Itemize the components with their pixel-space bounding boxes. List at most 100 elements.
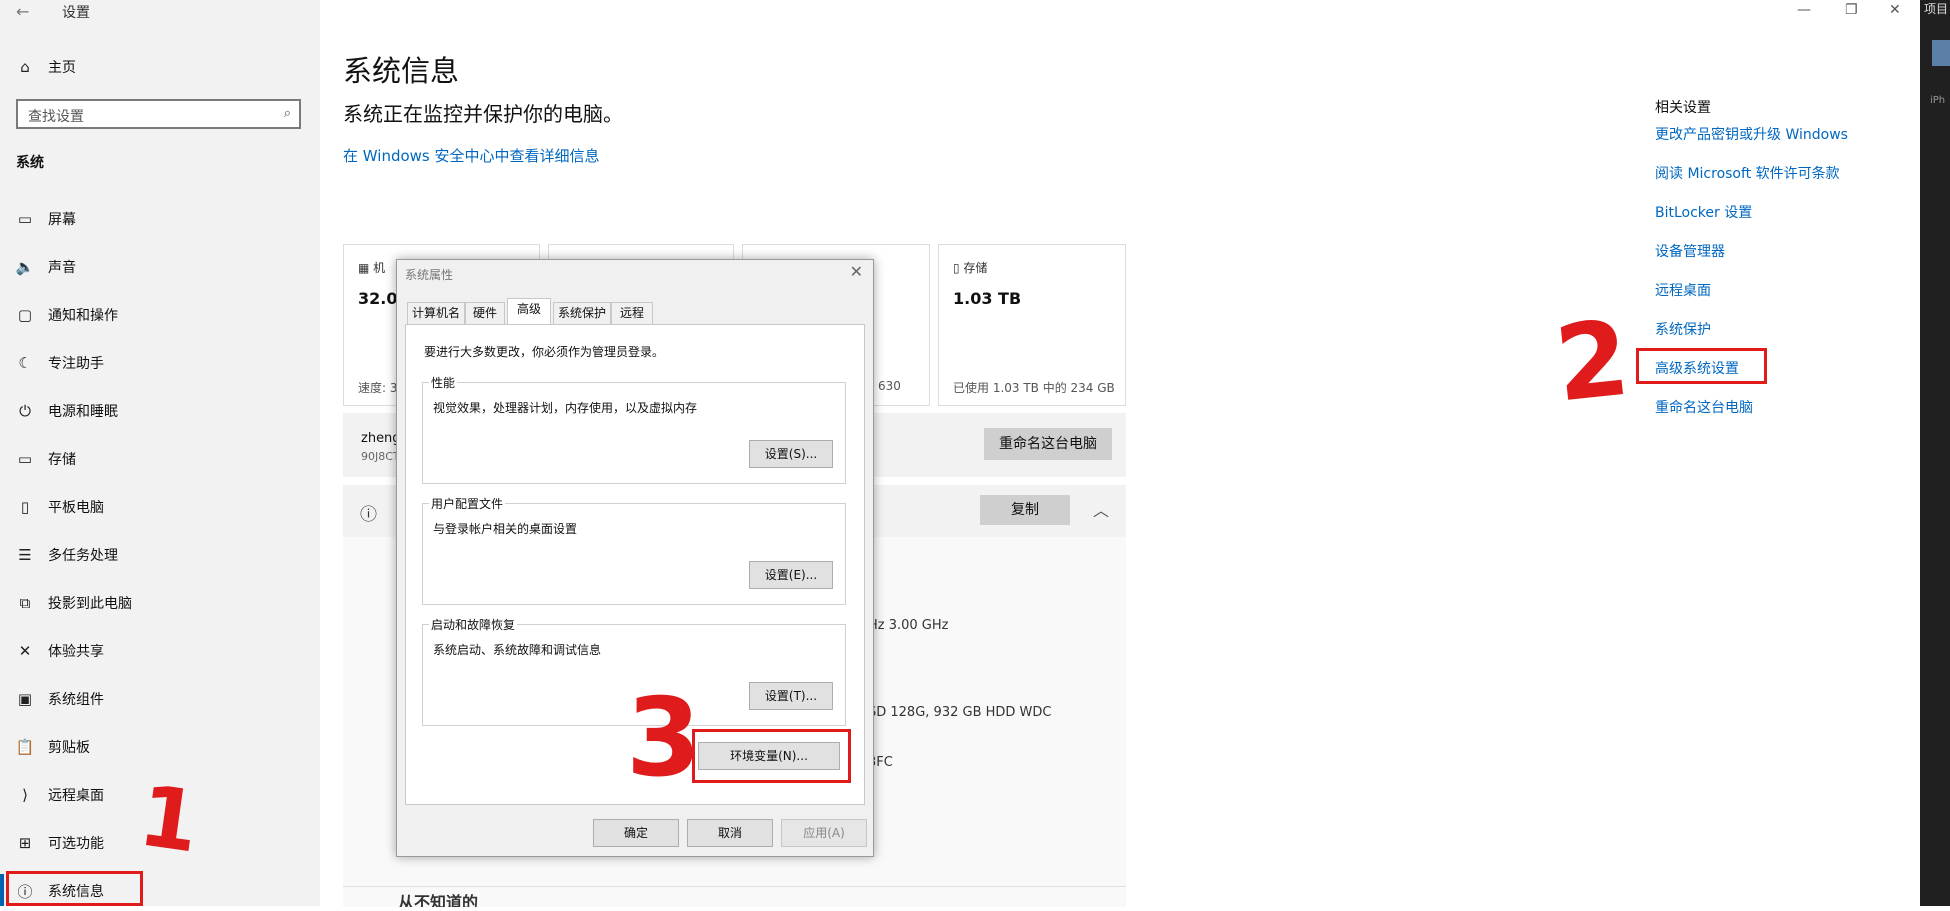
sidebar-item-project[interactable]: ⧉ 投影到此电脑 [0, 583, 320, 623]
sidebar-item-focus[interactable]: ☾ 专注助手 [0, 343, 320, 383]
back-arrow-icon[interactable]: ← [16, 2, 29, 21]
edge-thumbnail [1932, 40, 1950, 66]
annotation-box-3 [692, 729, 851, 783]
card-caption: 机 [373, 261, 386, 275]
link-device-manager[interactable]: 设备管理器 [1655, 241, 1725, 261]
sidebar-item-label: 电源和睡眠 [48, 404, 118, 420]
section-label: 系统 [16, 155, 44, 171]
sidebar-item-home[interactable]: ⌂ 主页 [0, 47, 320, 87]
sidebar-item-label: 专注助手 [48, 356, 104, 372]
link-license-terms[interactable]: 阅读 Microsoft 软件许可条款 [1655, 163, 1840, 183]
page-subtitle: 系统正在监控并保护你的电脑。 [343, 102, 623, 126]
dialog-title: 系统属性 [405, 268, 454, 282]
sidebar-item-storage[interactable]: ▭ 存储 [0, 439, 320, 479]
app-title: 设置 [62, 5, 90, 21]
sidebar-item-label: 平板电脑 [48, 500, 104, 516]
spec-disk: SD 128G, 932 GB HDD WDC [868, 705, 1052, 720]
display-icon: ▭ [17, 210, 33, 228]
group-title: 用户配置文件 [429, 495, 506, 512]
sidebar-item-label: 通知和操作 [48, 308, 118, 324]
rename-pc-button[interactable]: 重命名这台电脑 [984, 428, 1112, 460]
page-title: 系统信息 [343, 54, 460, 88]
tab-remote[interactable]: 远程 [611, 302, 653, 324]
group-title: 启动和故障恢复 [429, 616, 518, 633]
project-icon: ⧉ [19, 594, 31, 612]
bottom-heading: 从不知道的 [398, 893, 479, 907]
tab-advanced[interactable]: 高级 [507, 298, 551, 325]
features-icon: ⊞ [18, 834, 32, 852]
tab-hardware[interactable]: 硬件 [465, 302, 505, 324]
sidebar-item-label: 体验共享 [48, 644, 104, 660]
cancel-button[interactable]: 取消 [687, 819, 773, 847]
power-icon: ⏻ [19, 402, 31, 420]
performance-group: 性能 视觉效果，处理器计划，内存使用，以及虚拟内存 设置(S)... [422, 374, 846, 484]
link-rename-pc[interactable]: 重命名这台电脑 [1655, 397, 1753, 417]
search-input[interactable]: 查找设置 ⌕ [16, 99, 301, 129]
sidebar-item-display[interactable]: ▭ 屏幕 [0, 199, 320, 239]
sidebar-item-components[interactable]: ▣ 系统组件 [0, 679, 320, 719]
storage-card: ▯ 存储 1.03 TB 已使用 1.03 TB 中的 234 GB [938, 244, 1126, 406]
sidebar-item-label: 投影到此电脑 [48, 596, 132, 612]
group-description: 与登录帐户相关的桌面设置 [433, 522, 578, 536]
sidebar-item-label: 屏幕 [48, 212, 76, 228]
sidebar-item-label: 可选功能 [48, 836, 104, 852]
minimize-icon[interactable]: — [1797, 2, 1811, 18]
tab-computer-name[interactable]: 计算机名 [407, 302, 465, 324]
active-indicator [0, 874, 4, 906]
device-name: zheng [361, 431, 401, 446]
close-icon[interactable]: ✕ [1889, 2, 1901, 18]
link-system-protection[interactable]: 系统保护 [1655, 319, 1711, 339]
copy-button[interactable]: 复制 [980, 495, 1070, 525]
link-remote-desktop[interactable]: 远程桌面 [1655, 280, 1711, 300]
sidebar-item-multitask[interactable]: ☰ 多任务处理 [0, 535, 320, 575]
sidebar-item-label: 远程桌面 [48, 788, 104, 804]
card-value: 1.03 TB [953, 289, 1022, 308]
sidebar-item-power[interactable]: ⏻ 电源和睡眠 [0, 391, 320, 431]
tablet-icon: ▯ [20, 498, 30, 516]
group-description: 系统启动、系统故障和调试信息 [433, 643, 602, 657]
search-placeholder: 查找设置 [28, 109, 84, 125]
ok-button[interactable]: 确定 [593, 819, 679, 847]
search-icon: ⌕ [283, 106, 291, 121]
admin-note: 要进行大多数更改，你必须作为管理员登录。 [424, 345, 665, 359]
sidebar-item-share[interactable]: ✕ 体验共享 [0, 631, 320, 671]
sidebar-item-sound[interactable]: 🔈 声音 [0, 247, 320, 287]
speaker-icon: 🔈 [15, 258, 35, 276]
multitask-icon: ☰ [18, 546, 32, 564]
card-caption: 存储 [963, 261, 988, 275]
sidebar-item-label: 系统组件 [48, 692, 104, 708]
storage-icon: ▭ [17, 450, 33, 468]
memory-icon: ▦ [358, 261, 374, 275]
sidebar-item-tablet[interactable]: ▯ 平板电脑 [0, 487, 320, 527]
close-icon[interactable]: ✕ [850, 262, 863, 281]
startup-settings-button[interactable]: 设置(T)... [749, 682, 833, 710]
security-center-link[interactable]: 在 Windows 安全中心中查看详细信息 [343, 145, 600, 166]
group-title: 性能 [429, 374, 458, 391]
edge-top-text: 项目 [1924, 2, 1949, 16]
edge-bottom-text: iPh [1930, 95, 1946, 106]
share-icon: ✕ [18, 642, 32, 660]
sidebar-item-label: 多任务处理 [48, 548, 118, 564]
tab-system-protection[interactable]: 系统保护 [553, 302, 611, 324]
storage-icon: ▯ [953, 261, 964, 275]
related-settings-title: 相关设置 [1655, 100, 1711, 116]
apply-button[interactable]: 应用(A) [781, 819, 867, 847]
moon-icon: ☾ [18, 354, 32, 372]
annotation-mark-2: 2 [1549, 296, 1635, 426]
sidebar-item-notifications[interactable]: ▢ 通知和操作 [0, 295, 320, 335]
clipboard-icon: 📋 [15, 738, 35, 756]
notification-icon: ▢ [17, 306, 33, 324]
sidebar-item-clipboard[interactable]: 📋 剪贴板 [0, 727, 320, 767]
sidebar-item-label: 存储 [48, 452, 76, 468]
performance-settings-button[interactable]: 设置(S)... [749, 440, 833, 468]
spec-cpu: Hz 3.00 GHz [868, 618, 949, 633]
edge-strip: 项目 iPh [1920, 0, 1950, 906]
profiles-settings-button[interactable]: 设置(E)... [749, 561, 833, 589]
bottom-panel: 从不知道的 [343, 886, 1126, 907]
annotation-mark-3: 3 [626, 676, 702, 801]
link-bitlocker[interactable]: BitLocker 设置 [1655, 202, 1752, 222]
restore-icon[interactable]: ❐ [1845, 2, 1858, 18]
collapse-icon[interactable]: ︿ [1093, 497, 1109, 521]
device-id: 90J8CT [361, 450, 400, 463]
link-upgrade-windows[interactable]: 更改产品密钥或升级 Windows [1655, 124, 1848, 144]
